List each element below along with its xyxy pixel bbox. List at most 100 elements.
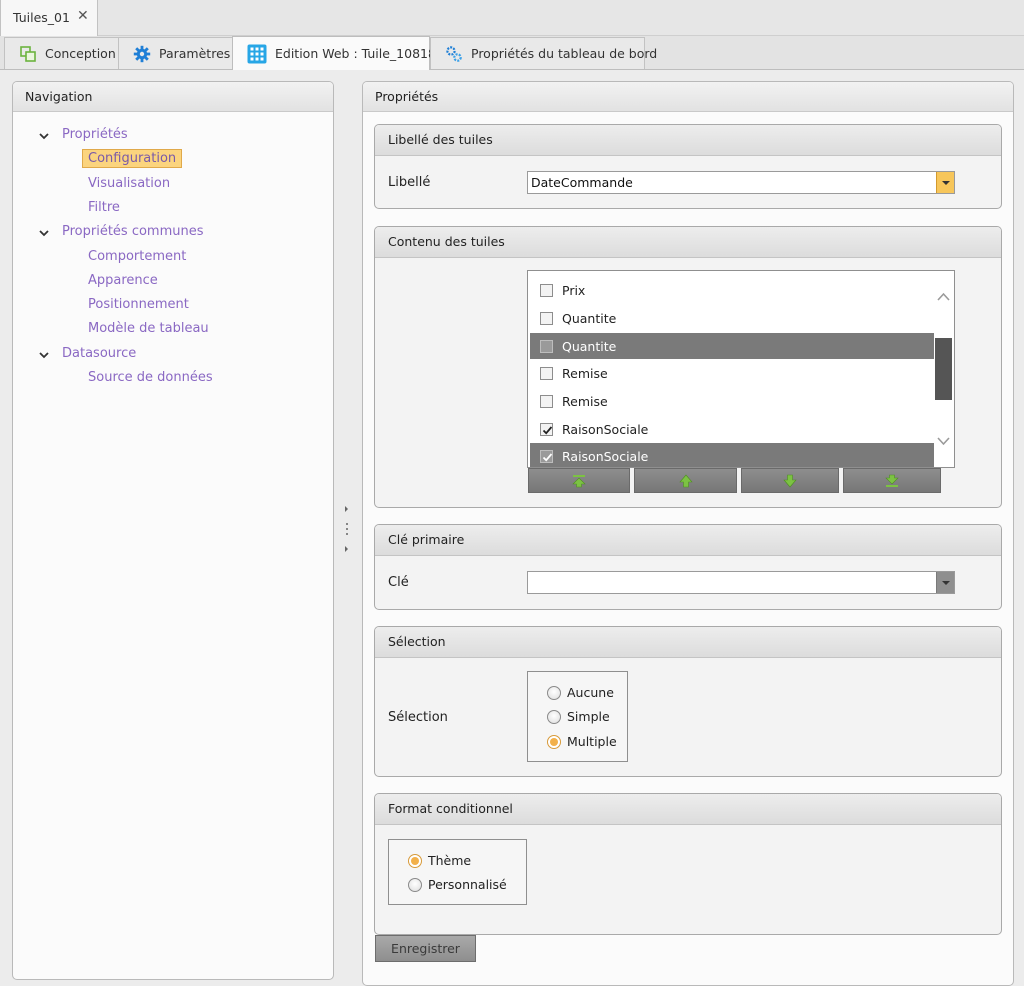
close-icon[interactable]: ✕ xyxy=(77,8,89,24)
checkbox[interactable] xyxy=(540,311,553,325)
arrow-up-icon xyxy=(678,474,693,488)
scrollbar-thumb[interactable] xyxy=(935,338,952,400)
nav-item-comportement[interactable]: Comportement xyxy=(88,249,186,264)
nav-group-proprietes[interactable]: Propriétés xyxy=(62,127,128,142)
properties-title: Propriétés xyxy=(363,82,1013,112)
nav-item-visualisation[interactable]: Visualisation xyxy=(88,176,170,191)
chevron-down-icon[interactable] xyxy=(38,227,50,239)
grid-icon xyxy=(247,44,267,63)
section-title: Clé primaire xyxy=(375,525,1001,556)
selection-label: Sélection xyxy=(388,710,448,725)
tab-label: Paramètres xyxy=(159,46,231,61)
libelle-section: Libellé des tuiles xyxy=(374,124,1002,209)
radio-label: Multiple xyxy=(567,734,617,749)
checkbox[interactable] xyxy=(540,366,553,380)
check-icon xyxy=(542,452,553,462)
radio-aucune[interactable]: Aucune xyxy=(547,685,614,700)
radio-button[interactable] xyxy=(547,709,561,724)
radio-theme[interactable]: Thème xyxy=(408,853,471,868)
checkbox[interactable] xyxy=(540,339,553,353)
radio-label: Aucune xyxy=(567,685,614,700)
checkbox[interactable] xyxy=(540,394,553,408)
section-title: Format conditionnel xyxy=(375,794,1001,825)
section-title: Contenu des tuiles xyxy=(375,227,1001,258)
document-tab-tuiles[interactable]: Tuiles_01 ✕ xyxy=(0,0,98,36)
chevron-down-icon xyxy=(942,581,950,585)
dropdown-arrow[interactable] xyxy=(936,572,954,593)
move-top-icon xyxy=(572,475,586,488)
tab-parametres[interactable]: Paramètres xyxy=(118,37,233,69)
dropdown-arrow[interactable] xyxy=(936,172,954,193)
move-bottom-icon xyxy=(885,474,899,487)
cle-section: Clé primaire xyxy=(374,524,1002,610)
libelle-value: DateCommande xyxy=(531,175,633,190)
radio-label: Thème xyxy=(428,853,472,868)
nav-group-datasource[interactable]: Datasource xyxy=(62,346,136,361)
radio-simple[interactable]: Simple xyxy=(547,709,610,724)
nav-item-filtre[interactable]: Filtre xyxy=(88,200,120,215)
copy-icon xyxy=(20,45,36,62)
tab-label: Edition Web : Tuile_10818 xyxy=(275,46,436,61)
scroll-down-icon[interactable] xyxy=(935,434,952,448)
tab-label: Propriétés du tableau de bord xyxy=(471,46,658,61)
tab-conception[interactable]: Conception xyxy=(4,37,119,69)
contenu-listbox[interactable]: Prix Quantite Quantite Remise Remise Rai… xyxy=(527,270,955,468)
chevron-down-icon xyxy=(942,181,950,185)
list-item-label: Quantite xyxy=(562,338,617,354)
move-top-button[interactable] xyxy=(528,468,630,493)
splitter-handle[interactable] xyxy=(343,500,351,560)
tab-edition-web[interactable]: Edition Web : Tuile_10818 xyxy=(232,36,436,70)
list-item[interactable]: Prix xyxy=(530,277,934,303)
nav-item-configuration[interactable]: Configuration xyxy=(82,149,183,168)
gear-icon xyxy=(133,45,151,62)
move-bottom-button[interactable] xyxy=(843,468,941,493)
nav-item-positionnement[interactable]: Positionnement xyxy=(88,297,189,312)
list-item[interactable]: Remise xyxy=(530,360,934,386)
list-item[interactable]: RaisonSociale xyxy=(530,416,934,442)
list-item[interactable]: Quantite xyxy=(530,305,934,331)
list-item[interactable]: Remise xyxy=(530,388,934,414)
save-button[interactable]: Enregistrer xyxy=(375,935,476,962)
section-title: Sélection xyxy=(375,627,1001,658)
nav-item-source-donnees[interactable]: Source de données xyxy=(88,370,213,385)
list-item-label: Quantite xyxy=(562,310,617,326)
navigation-title: Navigation xyxy=(13,82,333,112)
document-tab-label: Tuiles_01 xyxy=(13,10,70,25)
list-item-selected[interactable]: Quantite xyxy=(530,333,934,359)
libelle-combobox[interactable]: DateCommande xyxy=(527,171,955,194)
chevron-down-icon[interactable] xyxy=(38,130,50,142)
move-up-button[interactable] xyxy=(634,468,737,493)
radio-personnalise[interactable]: Personnalisé xyxy=(408,877,507,892)
list-item-label: Remise xyxy=(562,393,608,409)
list-item-label: RaisonSociale xyxy=(562,448,649,464)
radio-button[interactable] xyxy=(408,877,422,892)
list-item-label: RaisonSociale xyxy=(562,421,649,437)
cle-label: Clé xyxy=(388,575,409,590)
document-tab-strip xyxy=(0,0,1024,36)
radio-multiple[interactable]: Multiple xyxy=(547,734,617,749)
tab-proprietes-tableau[interactable]: Propriétés du tableau de bord xyxy=(430,37,657,69)
arrow-down-icon xyxy=(783,474,797,488)
list-item-selected[interactable]: RaisonSociale xyxy=(530,443,934,467)
checkbox-checked[interactable] xyxy=(540,449,553,463)
move-down-button[interactable] xyxy=(741,468,839,493)
radio-button-selected[interactable] xyxy=(408,853,422,868)
nav-item-modele-tableau[interactable]: Modèle de tableau xyxy=(88,321,209,336)
list-item-label: Remise xyxy=(562,365,608,381)
cle-combobox[interactable] xyxy=(527,571,955,594)
check-icon xyxy=(542,425,553,435)
chevron-down-icon[interactable] xyxy=(38,349,50,361)
nav-item-apparence[interactable]: Apparence xyxy=(88,273,158,288)
list-item-label: Prix xyxy=(562,282,586,298)
section-title: Libellé des tuiles xyxy=(375,125,1001,156)
selection-section: Sélection xyxy=(374,626,1002,777)
radio-button-selected[interactable] xyxy=(547,734,561,749)
checkbox-checked[interactable] xyxy=(540,422,553,436)
scroll-up-icon[interactable] xyxy=(935,290,952,304)
checkbox[interactable] xyxy=(540,283,553,297)
radio-label: Personnalisé xyxy=(428,877,507,892)
tab-label: Conception xyxy=(45,46,116,61)
navigation-panel: Navigation xyxy=(12,81,334,980)
nav-group-proprietes-communes[interactable]: Propriétés communes xyxy=(62,224,204,239)
radio-button[interactable] xyxy=(547,685,561,700)
